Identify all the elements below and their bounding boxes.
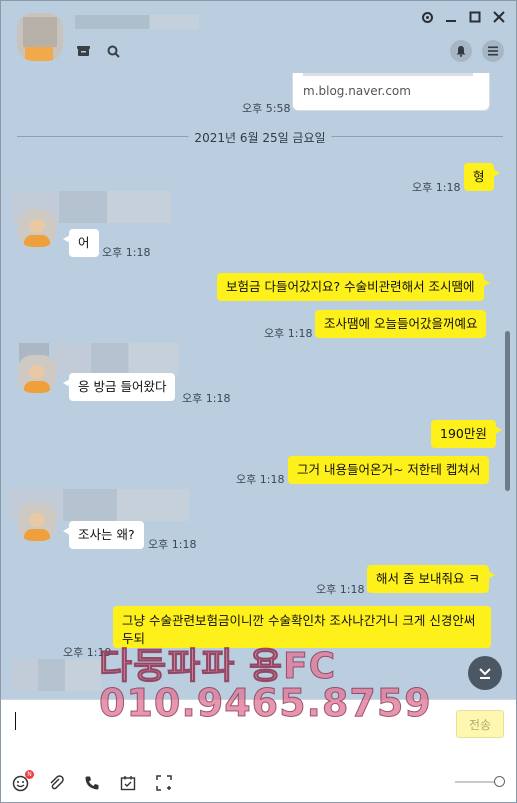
attachment-icon[interactable] [47,774,65,792]
opacity-slider[interactable] [455,776,505,787]
settings-icon[interactable] [420,10,434,24]
notification-bell-icon[interactable] [450,40,472,62]
message-time: 오후 1:18 [316,583,365,596]
profile-avatar[interactable] [17,13,63,61]
other-message-bubble[interactable]: 응 방금 들어왔다 [62,373,176,401]
chat-window: m.blog.naver.com 오후 5:58 2021년 6월 25일 금요… [0,0,517,803]
message-time: 오후 1:18 [264,327,313,340]
text-caret [15,712,16,730]
search-icon[interactable] [105,43,121,59]
calendar-icon[interactable] [119,774,137,792]
chat-header [1,1,516,73]
my-message-bubble[interactable]: 190만원 [431,420,502,448]
message-time: 오후 1:18 [412,181,461,194]
my-message-bubble[interactable]: 해서 좀 보내줘요 ㅋ [367,565,495,593]
sender-avatar[interactable] [18,355,56,393]
emoticon-icon[interactable]: N [11,770,34,792]
message-list[interactable]: m.blog.naver.com 오후 5:58 2021년 6월 25일 금요… [1,73,516,699]
minimize-icon[interactable] [444,10,458,24]
menu-icon[interactable] [482,40,504,62]
date-divider: 2021년 6월 25일 금요일 [17,129,503,146]
phone-icon[interactable] [83,774,101,792]
message-time: 오후 5:58 [242,102,291,115]
watermark-phone: 010.9465.8759 [99,681,432,726]
my-message-bubble[interactable]: 형 [464,163,499,191]
sender-avatar[interactable] [18,209,56,247]
maximize-icon[interactable] [468,10,482,24]
my-message-bubble[interactable]: 조사땜에 오늘들어갔을꺼예요 [315,310,487,338]
screen-capture-icon[interactable] [155,774,173,792]
send-button[interactable]: 전송 [456,710,504,738]
other-message-bubble[interactable]: 조사는 왜? [63,521,144,549]
sender-avatar[interactable] [18,503,56,541]
other-message-bubble[interactable]: 어 [63,229,99,257]
sender-name-blurred [53,343,179,375]
message-time: 오후 1:18 [236,473,285,486]
new-badge: N [25,770,34,779]
my-message-bubble[interactable]: 그거 내용들어온거~ 저한테 켑쳐서 [288,456,490,484]
scroll-to-bottom-button[interactable] [468,656,502,690]
close-icon[interactable] [492,10,506,24]
input-toolbar: N [11,770,173,792]
chatroom-name-blurred [75,15,199,29]
my-message-bubble[interactable]: 보험금 다들어갔지요? 수술비관련해서 조시땜에 [217,273,490,301]
chat-scrollbar[interactable] [505,331,510,491]
message-time: 오후 1:18 [148,538,197,551]
slider-knob[interactable] [494,776,505,787]
link-url: m.blog.naver.com [303,84,411,98]
date-divider-label: 2021년 6월 25일 금요일 [188,129,332,146]
message-time: 오후 1:18 [102,246,151,259]
sender-name-blurred [11,659,101,691]
link-preview-card[interactable]: m.blog.naver.com [292,73,490,111]
drawer-icon[interactable] [75,43,91,59]
message-time: 오후 1:18 [182,392,231,405]
